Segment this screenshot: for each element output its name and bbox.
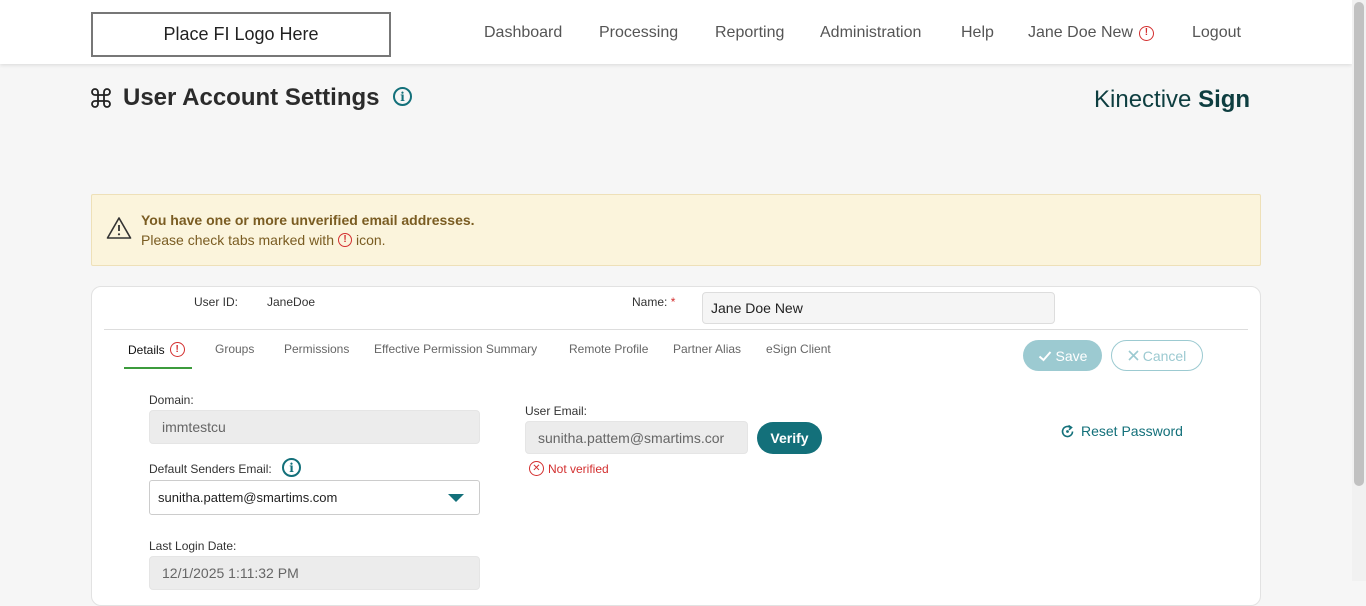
last-login-date-field: 12/1/2025 1:11:32 PM: [149, 556, 480, 590]
unverified-email-banner: [91, 194, 1261, 266]
error-x-icon: ✕: [529, 461, 544, 476]
alert-icon: !: [337, 233, 352, 247]
nav-reporting[interactable]: Reporting: [715, 24, 784, 42]
nav-administration[interactable]: Administration: [820, 24, 921, 42]
default-senders-email-label: Default Senders Email:: [149, 462, 272, 476]
info-icon[interactable]: i: [393, 87, 412, 106]
save-label: Save: [1055, 347, 1088, 364]
required-mark: *: [670, 295, 676, 309]
top-navbar: Place FI Logo Here Dashboard Processing …: [0, 0, 1352, 64]
chevron-down-icon: [448, 494, 464, 502]
banner-message-start: Please check tabs marked with: [141, 232, 334, 248]
tab-details-label: Details: [128, 342, 165, 357]
brand-logo: Kinective Sign: [1094, 86, 1251, 113]
alert-icon: !: [1138, 25, 1154, 41]
nav-dashboard[interactable]: Dashboard: [484, 24, 562, 42]
tab-partner-alias[interactable]: Partner Alias: [673, 342, 741, 356]
banner-message-end: icon.: [355, 232, 386, 248]
page-title: User Account Settings: [123, 84, 380, 111]
reset-password-link[interactable]: Reset Password: [1060, 423, 1183, 439]
tab-esign-client[interactable]: eSign Client: [766, 342, 831, 356]
tab-details[interactable]: Details !: [128, 342, 185, 357]
warning-icon: [106, 217, 132, 239]
active-tab-indicator: [124, 367, 192, 369]
verify-button[interactable]: Verify: [757, 422, 822, 454]
banner-title: You have one or more unverified email ad…: [141, 212, 475, 228]
default-senders-email-value: sunitha.pattem@smartims.com: [158, 490, 338, 505]
check-icon: [1038, 350, 1051, 361]
reset-password-label: Reset Password: [1081, 423, 1183, 439]
tab-remote-profile[interactable]: Remote Profile: [569, 342, 648, 356]
alert-icon: !: [169, 342, 185, 357]
email-status: ✕ Not verified: [529, 461, 609, 476]
divider: [104, 329, 1248, 330]
not-verified-text: Not verified: [548, 461, 609, 476]
name-input[interactable]: [702, 292, 1055, 324]
user-email-field[interactable]: sunitha.pattem@smartims.cor: [525, 421, 748, 454]
user-id-value: JaneDoe: [267, 295, 316, 309]
cancel-label: Cancel: [1142, 347, 1187, 364]
banner-message: Please check tabs marked with ! icon.: [141, 232, 386, 248]
reset-icon: [1061, 424, 1074, 437]
user-email-label: User Email:: [525, 404, 588, 418]
tab-effective-permission-summary[interactable]: Effective Permission Summary: [374, 342, 537, 356]
tab-permissions[interactable]: Permissions: [284, 342, 349, 356]
nav-help[interactable]: Help: [961, 24, 994, 42]
scrollbar-thumb[interactable]: [1354, 2, 1364, 486]
info-icon[interactable]: i: [282, 458, 301, 477]
tab-groups[interactable]: Groups: [215, 342, 254, 356]
nav-processing[interactable]: Processing: [599, 24, 678, 42]
domain-field: immtestcu: [149, 410, 480, 444]
name-label: Name: *: [632, 295, 675, 309]
default-senders-email-select[interactable]: sunitha.pattem@smartims.com: [149, 480, 480, 515]
domain-label: Domain:: [149, 393, 194, 407]
user-id-label: User ID:: [194, 295, 239, 309]
close-icon: [1128, 350, 1139, 361]
nav-user-menu[interactable]: Jane Doe New !: [1028, 24, 1154, 42]
name-label-text: Name:: [632, 295, 668, 309]
nav-logout[interactable]: Logout: [1192, 24, 1241, 42]
last-login-date-label: Last Login Date:: [149, 539, 237, 553]
cancel-button[interactable]: Cancel: [1111, 340, 1203, 371]
logo-placeholder: Place FI Logo Here: [91, 12, 391, 57]
page-scrollbar[interactable]: [1352, 0, 1366, 581]
nav-user-name: Jane Doe New: [1028, 24, 1133, 41]
save-button[interactable]: Save: [1023, 340, 1102, 371]
command-icon: [91, 88, 111, 108]
